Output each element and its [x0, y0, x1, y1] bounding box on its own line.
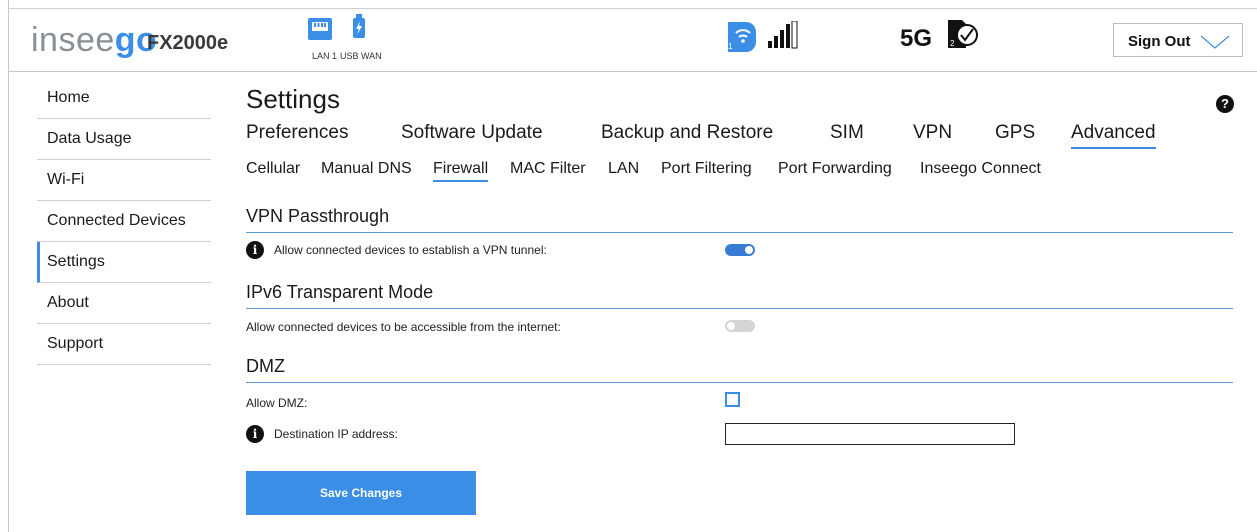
tab-sim[interactable]: SIM — [830, 122, 864, 144]
subtab-firewall[interactable]: Firewall — [433, 160, 489, 182]
sidebar-item-label: Data Usage — [47, 130, 132, 147]
subtab-port-filtering[interactable]: Port Filtering — [661, 160, 752, 178]
ipv6-transparent-label: Allow connected devices to be accessible… — [246, 320, 561, 334]
vpn-passthrough-toggle[interactable] — [725, 244, 755, 256]
sidebar-item-data-usage[interactable]: Data Usage — [37, 119, 211, 160]
sign-out-button[interactable]: Sign Out — [1113, 23, 1243, 57]
save-changes-button[interactable]: Save Changes — [246, 471, 476, 515]
subtab-lan[interactable]: LAN — [608, 160, 639, 178]
sidebar-nav: Home Data Usage Wi-Fi Connected Devices … — [37, 78, 211, 365]
sidebar-item-label: Connected Devices — [47, 212, 186, 229]
sidebar-item-label: Settings — [47, 253, 105, 270]
sidebar-item-support[interactable]: Support — [37, 324, 211, 365]
tab-software-update[interactable]: Software Update — [401, 122, 543, 144]
subtab-mac-filter[interactable]: MAC Filter — [510, 160, 586, 178]
subtab-port-forwarding[interactable]: Port Forwarding — [778, 160, 892, 178]
signal-strength-icon — [767, 20, 801, 51]
help-icon[interactable]: ? — [1216, 95, 1234, 113]
lan-label: LAN 1 — [312, 51, 338, 61]
sidebar-item-label: Support — [47, 335, 104, 352]
tab-vpn[interactable]: VPN — [913, 122, 952, 144]
network-type: 5G — [900, 25, 933, 52]
sidebar-item-label: Wi-Fi — [47, 171, 85, 188]
sim-badge: 2 — [950, 39, 955, 48]
subtab-manual-dns[interactable]: Manual DNS — [321, 160, 412, 178]
tab-backup-restore[interactable]: Backup and Restore — [601, 122, 773, 144]
info-icon[interactable]: i — [246, 241, 264, 259]
toggle-knob — [727, 322, 735, 330]
top-bar: inseego FX2000e LAN 1 USB WAN 1 5G 2 Sig… — [9, 8, 1257, 72]
page-title: Settings — [246, 84, 340, 114]
sidebar-item-about[interactable]: About — [37, 283, 211, 324]
destination-ip-label: Destination IP address: — [274, 427, 398, 441]
sign-out-label: Sign Out — [1128, 33, 1191, 50]
sidebar-item-label: About — [47, 294, 89, 311]
allow-dmz-checkbox[interactable] — [725, 392, 740, 407]
section-dmz: DMZ — [246, 356, 1233, 383]
allow-dmz-label: Allow DMZ: — [246, 396, 308, 410]
tab-advanced[interactable]: Advanced — [1071, 122, 1156, 149]
destination-ip-input[interactable] — [725, 423, 1015, 445]
sidebar-item-settings[interactable]: Settings — [37, 242, 211, 283]
ipv6-transparent-toggle[interactable] — [725, 320, 755, 332]
logo-text-light: insee — [31, 21, 115, 59]
tab-gps[interactable]: GPS — [995, 122, 1035, 144]
tab-preferences[interactable]: Preferences — [246, 122, 348, 144]
info-icon[interactable]: i — [246, 425, 264, 443]
subtab-cellular[interactable]: Cellular — [246, 160, 300, 178]
lan-port-icon — [307, 17, 333, 41]
app-frame: inseego FX2000e LAN 1 USB WAN 1 5G 2 Sig… — [8, 0, 1257, 532]
sidebar-item-label: Home — [47, 89, 90, 106]
toggle-knob — [745, 246, 753, 254]
subtab-inseego-connect[interactable]: Inseego Connect — [920, 160, 1041, 178]
sidebar-item-connected-devices[interactable]: Connected Devices — [37, 201, 211, 242]
device-model: FX2000e — [147, 32, 229, 54]
sim-check-icon: 2 — [946, 18, 980, 52]
vpn-passthrough-label: Allow connected devices to establish a V… — [274, 243, 547, 257]
sidebar-item-home[interactable]: Home — [37, 78, 211, 119]
usb-icon — [352, 14, 366, 42]
section-vpn-passthrough: VPN Passthrough — [246, 206, 1233, 233]
wifi-badge: 1 — [728, 42, 733, 51]
wifi-icon: 1 — [724, 20, 758, 52]
section-ipv6-transparent: IPv6 Transparent Mode — [246, 282, 1233, 309]
chevron-down-icon — [1200, 35, 1230, 49]
usb-wan-label: USB WAN — [340, 51, 382, 61]
sidebar-item-wifi[interactable]: Wi-Fi — [37, 160, 211, 201]
inseego-logo: inseego — [31, 23, 157, 57]
